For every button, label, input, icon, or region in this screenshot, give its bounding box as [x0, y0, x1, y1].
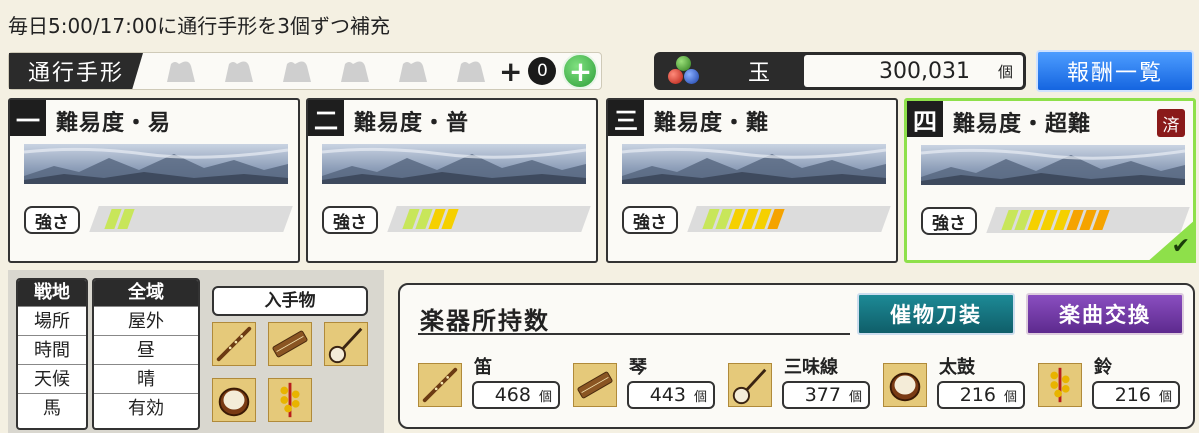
- strength-meter: [89, 206, 293, 232]
- instrument-count-box: 377 個: [782, 381, 870, 409]
- difficulty-title: 難易度・普: [354, 110, 470, 136]
- jewel-unit: 個: [997, 62, 1013, 81]
- info-value-weather: 晴: [94, 364, 198, 393]
- empty-pass-slot-icon: [219, 56, 259, 86]
- stage-landscape-image: [322, 144, 586, 184]
- instrument-count-box: 216 個: [937, 381, 1025, 409]
- pass-label: 通行手形: [9, 53, 143, 89]
- empty-pass-slot-icon: [277, 56, 317, 86]
- jewel-icon: [654, 52, 714, 90]
- difficulty-number: 三: [608, 100, 644, 136]
- flute-icon: [418, 363, 462, 407]
- obtainable-items-header: 入手物: [212, 286, 368, 316]
- plus-sign: +: [499, 54, 523, 88]
- difficulty-number: 一: [10, 100, 46, 136]
- pass-count-badge: 0: [528, 57, 557, 85]
- stage-info-panel: 戦地 場所 時間 天候 馬 全域 屋外 昼 晴 有効 入手物: [8, 270, 384, 433]
- instrument-count-1: 笛 468 個: [400, 351, 560, 411]
- difficulty-card-1[interactable]: 一難易度・易強さ: [8, 98, 300, 263]
- stage-info-labels: 戦地 場所 時間 天候 馬: [16, 278, 88, 430]
- instrument-count-unit: 個: [538, 389, 552, 405]
- koto-icon: [573, 363, 617, 407]
- taiko-icon[interactable]: [212, 378, 256, 422]
- instrument-name: 笛: [474, 357, 492, 378]
- instruments-title: 楽器所持数: [420, 306, 550, 335]
- koto-icon[interactable]: [268, 322, 312, 366]
- flute-icon[interactable]: [212, 322, 256, 366]
- difficulty-card-3[interactable]: 三難易度・難強さ: [606, 98, 898, 263]
- jewel-value-box: 300,031 個: [804, 55, 1023, 87]
- instrument-count-2: 琴 443 個: [555, 351, 715, 411]
- instrument-count-box: 216 個: [1092, 381, 1180, 409]
- instrument-count-value: 377: [804, 384, 841, 406]
- pass-bar: 通行手形 + 0 +: [8, 52, 602, 90]
- instrument-count-value: 468: [494, 384, 531, 406]
- instrument-name: 三味線: [784, 357, 838, 378]
- pass-slots: [161, 56, 491, 86]
- shamisen-icon: [728, 363, 772, 407]
- empty-pass-slot-icon: [451, 56, 491, 86]
- instrument-count-box: 443 個: [627, 381, 715, 409]
- title-underline: [418, 333, 850, 335]
- info-value-horse: 有効: [94, 393, 198, 422]
- strength-meter: [687, 206, 891, 232]
- jewel-counter: 玉 300,031 個: [654, 52, 1026, 90]
- info-header-left: 戦地: [18, 280, 86, 306]
- difficulty-title: 難易度・難: [654, 110, 770, 136]
- instrument-count-unit: 個: [848, 389, 862, 405]
- info-label-horse: 馬: [18, 393, 86, 422]
- strength-meter: [986, 207, 1190, 233]
- reward-list-button[interactable]: 報酬一覧: [1036, 50, 1194, 92]
- difficulty-title: 難易度・易: [56, 110, 172, 136]
- info-value-time: 昼: [94, 335, 198, 364]
- instrument-count-4: 太鼓 216 個: [865, 351, 1025, 411]
- bell-icon[interactable]: [268, 378, 312, 422]
- instrument-name: 太鼓: [939, 357, 975, 378]
- song-exchange-button[interactable]: 楽曲交換: [1026, 293, 1184, 335]
- info-label-time: 時間: [18, 335, 86, 364]
- empty-pass-slot-icon: [393, 56, 433, 86]
- difficulty-title: 難易度・超難: [953, 111, 1092, 137]
- stage-landscape-image: [622, 144, 886, 184]
- stage-landscape-image: [24, 144, 288, 184]
- instrument-count-value: 216: [959, 384, 996, 406]
- strength-meter: [387, 206, 591, 232]
- instrument-count-5: 鈴 216 個: [1020, 351, 1180, 411]
- cleared-badge: 済: [1157, 109, 1185, 137]
- stage-info-values: 全域 屋外 昼 晴 有効: [92, 278, 200, 430]
- instrument-count-3: 三味線 377 個: [710, 351, 870, 411]
- refill-notice: 毎日5:00/17:00に通行手形を3個ずつ補充: [8, 14, 391, 38]
- add-pass-button[interactable]: +: [562, 53, 599, 89]
- taiko-icon: [883, 363, 927, 407]
- info-label-weather: 天候: [18, 364, 86, 393]
- strength-label: 強さ: [322, 206, 378, 234]
- instrument-count-unit: 個: [1158, 389, 1172, 405]
- difficulty-card-4[interactable]: 四難易度・超難 強さ済 ✔: [904, 98, 1196, 263]
- instruments-panel: 楽器所持数 催物刀装 楽曲交換 笛 468 個琴 443 個三味線 377 個太鼓 216 個鈴…: [398, 283, 1195, 429]
- jewel-value: 300,031: [879, 58, 970, 84]
- empty-pass-slot-icon: [335, 56, 375, 86]
- shamisen-icon[interactable]: [324, 322, 368, 366]
- info-value-place: 屋外: [94, 306, 198, 335]
- stage-landscape-image: [921, 145, 1185, 185]
- instrument-count-unit: 個: [693, 389, 707, 405]
- strength-label: 強さ: [921, 207, 977, 235]
- jewel-label: 玉: [747, 61, 770, 86]
- instrument-count-unit: 個: [1003, 389, 1017, 405]
- difficulty-card-2[interactable]: 二難易度・普強さ: [306, 98, 598, 263]
- difficulty-number: 二: [308, 100, 344, 136]
- info-label-place: 場所: [18, 306, 86, 335]
- instrument-count-value: 443: [649, 384, 686, 406]
- empty-pass-slot-icon: [161, 56, 201, 86]
- bell-icon: [1038, 363, 1082, 407]
- strength-label: 強さ: [24, 206, 80, 234]
- info-header-right: 全域: [94, 280, 198, 306]
- difficulty-number: 四: [907, 101, 943, 137]
- instrument-count-value: 216: [1114, 384, 1151, 406]
- instrument-count-box: 468 個: [472, 381, 560, 409]
- instrument-name: 鈴: [1094, 357, 1112, 378]
- strength-label: 強さ: [622, 206, 678, 234]
- instrument-name: 琴: [629, 357, 647, 378]
- event-equipment-button[interactable]: 催物刀装: [857, 293, 1015, 335]
